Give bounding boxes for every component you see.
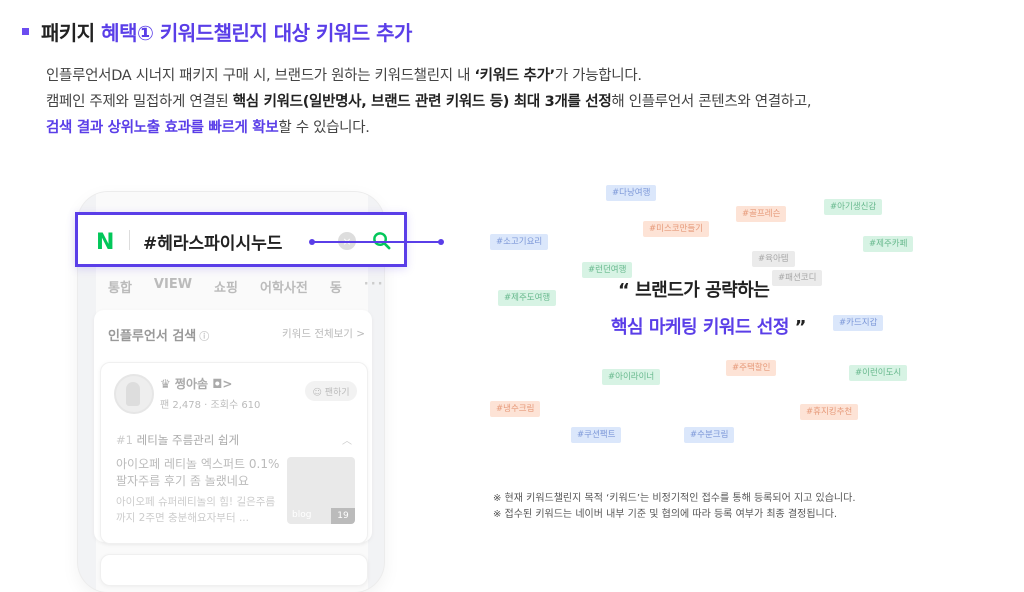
- connector-dot-start: [309, 239, 315, 245]
- section-heading: 패키지 혜택① 키워드챌린지 대상 키워드 추가: [22, 17, 412, 46]
- post-excerpt: 아이오페 슈퍼레티놀의 힘! 길은주름까지 2주면 충분해요자부터 ...: [116, 496, 276, 524]
- influencer-search-title: 인플루언서 검색 ⓘ: [108, 329, 210, 344]
- quote-line-1: “ 브랜드가 공략하는: [618, 280, 770, 301]
- post-keyword-tag[interactable]: #1 레티놀 주름관리 쉽게: [116, 432, 239, 448]
- heading-bullet: [22, 28, 29, 35]
- profile-name[interactable]: ♛ 쩡아솜 ◘>: [160, 375, 232, 392]
- connector-line: [311, 241, 441, 243]
- keyword-tag: #휴지킹추천: [800, 404, 859, 420]
- tab-more[interactable]: ···: [364, 277, 385, 296]
- description-line-1: 인플루언서DA 시너지 패키지 구매 시, 브랜드가 원하는 키워드챌린지 내 …: [46, 68, 642, 84]
- keyword-tag: #소고기요리: [490, 234, 549, 250]
- info-icon[interactable]: ⓘ: [199, 332, 209, 343]
- keyword-tag: #제주카페: [863, 236, 914, 252]
- connector-dot-end: [438, 239, 444, 245]
- description-line-3: 검색 결과 상위노출 효과를 빠르게 확보할 수 있습니다.: [46, 120, 370, 136]
- avatar: [114, 374, 154, 414]
- search-input[interactable]: #헤라스파이시누드: [143, 229, 282, 254]
- search-tabs: 통합 VIEW 쇼핑 어학사전 동 ···: [108, 277, 407, 296]
- search-divider: [129, 230, 130, 250]
- keyword-tag: #다낭여행: [606, 185, 657, 201]
- keyword-tag: #쿠션팩트: [571, 427, 622, 443]
- footnote-1: ※ 현재 키워드챌린지 목적 ‘키워드’는 비정기적인 접수를 통해 등록되어 …: [493, 493, 856, 504]
- heading-accent-text: 혜택① 키워드챌린지 대상 키워드 추가: [101, 21, 412, 45]
- naver-logo: N: [96, 230, 115, 255]
- post-thumbnail[interactable]: blog 19: [287, 457, 355, 524]
- chevron-up-icon[interactable]: ︿: [342, 432, 352, 447]
- profile-stats: 팬 2,478 · 조회수 610: [160, 400, 261, 411]
- keyword-tag: #아기생신감: [824, 199, 883, 215]
- tab-all[interactable]: 통합: [108, 277, 132, 296]
- keyword-tag: #패션코디: [772, 270, 823, 286]
- quote-line-2: 핵심 마케팅 키워드 선정 ”: [611, 317, 807, 338]
- keyword-tag: #미스코만들기: [643, 221, 710, 237]
- thumbnail-label: blog: [292, 510, 312, 520]
- tab-dictionary[interactable]: 어학사전: [260, 277, 308, 296]
- heading-prefix: 패키지: [41, 21, 102, 45]
- keyword-tag: #카드지갑: [833, 315, 884, 331]
- follow-button[interactable]: ☺ 팬하기: [305, 381, 357, 401]
- keyword-tag: #육아템: [752, 251, 795, 267]
- keyword-tag: #아이라이너: [602, 369, 661, 385]
- keyword-tag: #골프레슨: [736, 206, 787, 222]
- keyword-view-all-link[interactable]: 키워드 전체보기 >: [282, 326, 365, 341]
- tab-shopping[interactable]: 쇼핑: [214, 277, 238, 296]
- post-title[interactable]: 아이오페 레티놀 엑스퍼트 0.1% 팔자주름 후기 좀 놀랬네요: [116, 456, 282, 490]
- footnotes: ※ 현재 키워드챌린지 목적 ‘키워드’는 비정기적인 접수를 통해 등록되어 …: [493, 491, 856, 523]
- description: 인플루언서DA 시너지 패키지 구매 시, 브랜드가 원하는 키워드챌린지 내 …: [46, 63, 1006, 141]
- keyword-tag: #이런이도시: [849, 365, 908, 381]
- keyword-tag: #냉수크림: [490, 401, 541, 417]
- heading-title: 패키지 혜택① 키워드챌린지 대상 키워드 추가: [41, 17, 412, 46]
- description-line-2: 캠페인 주제와 밀접하게 연결된 핵심 키워드(일반명사, 브랜드 관련 키워드…: [46, 94, 812, 110]
- keyword-tag: #수분크림: [684, 427, 735, 443]
- next-profile-card: [100, 554, 368, 586]
- keyword-tag: #주택할인: [726, 360, 777, 376]
- thumbnail-count: 19: [331, 508, 355, 524]
- tab-view[interactable]: VIEW: [154, 277, 192, 296]
- tab-video[interactable]: 동: [330, 277, 342, 296]
- footnote-2: ※ 접수된 키워드는 네이버 내부 기준 및 협의에 따라 등록 여부가 최종 …: [493, 509, 838, 520]
- keyword-tag: #제주도여행: [498, 290, 557, 306]
